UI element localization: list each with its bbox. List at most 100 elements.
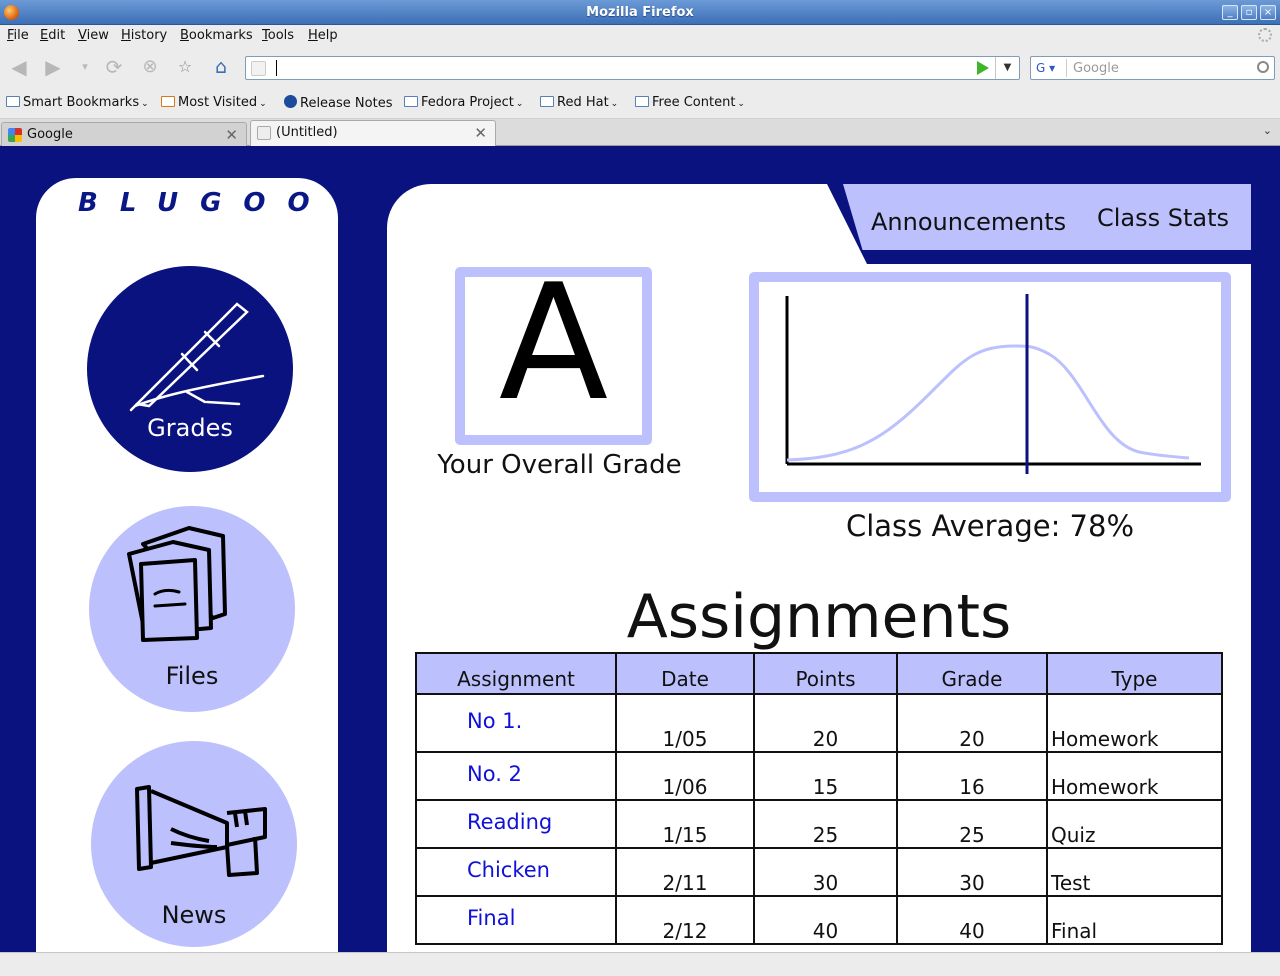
assignment-grade: 30	[896, 847, 1048, 897]
header-grade: Grade	[896, 652, 1048, 695]
maximize-icon[interactable]: ▫	[1241, 5, 1257, 20]
files-icon	[127, 526, 227, 642]
assignment-points: 25	[753, 799, 898, 849]
bookmark-free-content[interactable]: Free Content ⌄	[635, 95, 745, 110]
table-row: No 1. 1/05 20 20 Homework	[415, 693, 1223, 753]
assignment-points: 15	[753, 751, 898, 801]
go-arrow-icon[interactable]	[977, 61, 989, 75]
folder-icon	[404, 96, 418, 107]
folder-icon	[635, 96, 649, 107]
main-panel: Announcements Class Stats A Your Overall…	[387, 184, 1251, 952]
search-icon[interactable]	[1257, 61, 1269, 73]
folder-icon	[6, 96, 20, 107]
assignment-type: Homework	[1046, 693, 1223, 753]
assignment-date: 2/11	[615, 847, 755, 897]
assignment-type: Final	[1046, 895, 1223, 945]
chevron-down-icon: ⌄	[610, 99, 619, 109]
menu-edit[interactable]: Edit	[40, 28, 65, 43]
distribution-curve	[786, 344, 1190, 462]
assignment-grade: 25	[896, 799, 1048, 849]
back-icon[interactable]: ◀	[8, 56, 30, 78]
rss-icon	[161, 96, 175, 107]
assignment-grade: 20	[896, 693, 1048, 753]
nav-news[interactable]: News	[91, 741, 297, 947]
history-dropdown-icon[interactable]: ▾	[74, 56, 96, 78]
table-header-row: Assignment Date Points Grade Type	[415, 652, 1223, 695]
menu-view[interactable]: View	[78, 28, 109, 43]
url-bar[interactable]: ▼	[245, 56, 1020, 80]
search-bar[interactable]: G ▾ Google	[1030, 56, 1275, 80]
tab-announcements[interactable]: Announcements	[843, 184, 1087, 250]
search-placeholder: Google	[1073, 61, 1119, 76]
nav-grades-label: Grades	[147, 414, 233, 442]
bookmark-smart-bookmarks[interactable]: Smart Bookmarks ⌄	[6, 95, 149, 110]
menu-bookmarks[interactable]: Bookmarks	[180, 28, 253, 43]
forward-icon[interactable]: ▶	[42, 56, 64, 78]
nav-news-label: News	[161, 901, 227, 929]
assignment-points: 20	[753, 693, 898, 753]
tab-google[interactable]: Google ✕	[1, 122, 247, 146]
distribution-curve-svg	[785, 294, 1201, 474]
url-input[interactable]	[278, 59, 958, 77]
assignment-link[interactable]: No 1.	[415, 693, 617, 753]
folder-icon	[540, 96, 554, 107]
menu-tools[interactable]: Tools	[262, 28, 294, 43]
assignment-date: 2/12	[615, 895, 755, 945]
search-engine-selector[interactable]: G ▾	[1033, 59, 1067, 77]
assignment-link[interactable]: Chicken	[415, 847, 617, 897]
menu-file[interactable]: File	[7, 28, 29, 43]
stop-icon[interactable]: ⊗	[139, 56, 161, 78]
bookmarks-toolbar: Smart Bookmarks ⌄ Most Visited ⌄ Release N…	[0, 87, 1280, 119]
home-icon[interactable]: ⌂	[210, 56, 232, 78]
nav-files-label: Files	[165, 662, 219, 690]
page-content: BLUGOO Grades Files News Announcements C…	[0, 146, 1280, 952]
header-points: Points	[753, 652, 898, 695]
assignment-date: 1/15	[615, 799, 755, 849]
header-assignment: Assignment	[415, 652, 617, 695]
assignments-title: Assignments	[626, 582, 1012, 652]
assignment-grade: 40	[896, 895, 1048, 945]
grade-distribution-chart	[749, 272, 1231, 502]
menu-help[interactable]: Help	[308, 28, 338, 43]
assignment-type: Homework	[1046, 751, 1223, 801]
fedora-icon	[284, 95, 297, 108]
class-average: Class Average: 78%	[845, 509, 1135, 543]
tab-untitled[interactable]: (Untitled) ✕	[250, 120, 496, 146]
assignment-link[interactable]: Final	[415, 895, 617, 945]
assignment-points: 40	[753, 895, 898, 945]
close-tab-icon[interactable]: ✕	[474, 124, 487, 142]
overall-grade-caption: Your Overall Grade	[437, 450, 682, 480]
url-caret	[276, 60, 277, 76]
header-type: Type	[1046, 652, 1223, 695]
assignment-points: 30	[753, 847, 898, 897]
bookmark-most-visited[interactable]: Most Visited ⌄	[161, 95, 267, 110]
close-tab-icon[interactable]: ✕	[225, 126, 238, 144]
window-title: Mozilla Firefox	[586, 5, 694, 20]
table-row: Final 2/12 40 40 Final	[415, 895, 1223, 945]
menu-history[interactable]: History	[121, 28, 167, 43]
bookmark-red-hat[interactable]: Red Hat ⌄	[540, 95, 618, 110]
throbber-icon	[1258, 28, 1272, 42]
pen-icon	[129, 302, 265, 412]
page-favicon-icon	[257, 126, 271, 140]
site-logo[interactable]: BLUGOO	[56, 188, 318, 218]
google-engine-icon: G	[1036, 61, 1046, 75]
bookmark-release-notes[interactable]: Release Notes	[284, 95, 392, 111]
window-titlebar: Mozilla Firefox _ ▫ ×	[0, 0, 1280, 25]
table-row: Reading 1/15 25 25 Quiz	[415, 799, 1223, 849]
close-window-icon[interactable]: ×	[1260, 5, 1276, 20]
nav-grades[interactable]: Grades	[87, 266, 293, 472]
assignment-link[interactable]: Reading	[415, 799, 617, 849]
bookmark-fedora-project[interactable]: Fedora Project ⌄	[404, 95, 523, 110]
url-history-dropdown-icon[interactable]: ▼	[995, 57, 1019, 79]
table-row: No. 2 1/06 15 16 Homework	[415, 751, 1223, 801]
new-bookmark-icon[interactable]: ☆	[174, 56, 196, 78]
minimize-icon[interactable]: _	[1222, 5, 1238, 20]
tab-class-stats[interactable]: Class Stats	[1066, 184, 1251, 250]
reload-icon[interactable]: ⟳	[103, 56, 125, 78]
assignment-link[interactable]: No. 2	[415, 751, 617, 801]
menu-bar: File Edit View History Bookmarks Tools H…	[0, 25, 1280, 47]
nav-files[interactable]: Files	[89, 506, 295, 712]
list-all-tabs-icon[interactable]: ⌄	[1263, 124, 1272, 137]
table-row: Chicken 2/11 30 30 Test	[415, 847, 1223, 897]
